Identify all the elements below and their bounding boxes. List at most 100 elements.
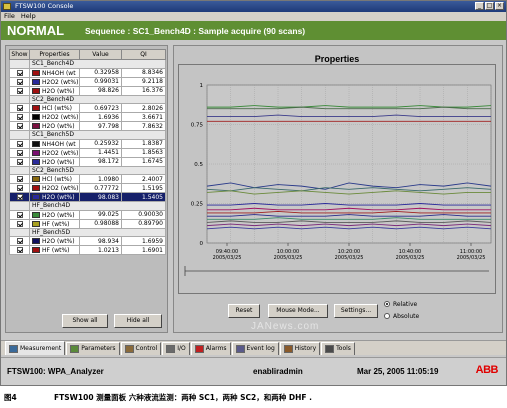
show-cell[interactable] (9, 76, 30, 87)
menu-file[interactable]: File (4, 12, 15, 21)
column-header-qi[interactable]: QI (121, 49, 166, 60)
show-cell[interactable] (9, 209, 30, 220)
table-row[interactable]: H2O2 (wt%) 0.77772 1.5195 (9, 183, 166, 193)
relative-radio[interactable] (384, 301, 390, 307)
show-checkbox[interactable] (16, 105, 23, 111)
show-checkbox[interactable] (16, 185, 23, 191)
reset-button[interactable]: Reset (228, 304, 260, 318)
group-expand-cell[interactable] (9, 201, 30, 211)
table-row[interactable]: H2O2 (wt%) 0.99031 9.2118 (9, 76, 166, 87)
series-color-swatch[interactable] (32, 185, 40, 191)
group-expand-cell[interactable] (9, 130, 30, 140)
series-color-swatch[interactable] (32, 78, 40, 85)
show-cell[interactable] (9, 218, 30, 229)
series-color-swatch[interactable] (32, 194, 40, 200)
show-cell[interactable] (9, 174, 30, 184)
group-expand-cell[interactable] (9, 94, 30, 104)
show-cell[interactable] (9, 183, 30, 193)
column-header-value[interactable]: Value (79, 49, 122, 60)
title-bar[interactable]: FTSW100 Console _ □ × (1, 1, 506, 12)
column-header-show[interactable]: Show (9, 49, 30, 60)
tab-parameters[interactable]: Parameters (66, 342, 120, 355)
chart-frame[interactable]: 0 0.25 0.5 0.75 1 09:40:00 2005/03/25 10:00:00 2… (178, 64, 496, 294)
series-color-swatch[interactable] (32, 87, 40, 94)
show-checkbox[interactable] (16, 158, 23, 165)
column-header-properties[interactable]: Properties (29, 49, 80, 60)
table-row[interactable]: H2O (wt%) 98.826 16.376 (9, 85, 166, 96)
series-color-swatch[interactable] (32, 123, 40, 129)
absolute-radio[interactable] (384, 313, 390, 319)
series-color-swatch[interactable] (32, 220, 40, 227)
hide-all-button[interactable]: Hide all (114, 314, 162, 328)
series-color-swatch[interactable] (32, 176, 40, 182)
group-row[interactable]: SC1_Bench5D (9, 130, 166, 140)
mouse-mode-button[interactable]: Mouse Mode... (268, 304, 328, 318)
minimize-button[interactable]: _ (475, 2, 484, 10)
show-checkbox[interactable] (16, 220, 23, 227)
maximize-button[interactable]: □ (485, 2, 494, 10)
show-checkbox[interactable] (16, 123, 23, 129)
show-checkbox[interactable] (16, 238, 23, 244)
table-row[interactable]: HCl (wt%) 1.0980 2.4007 (9, 174, 166, 184)
tab-tools[interactable]: Tools (321, 342, 355, 355)
show-checkbox[interactable] (16, 140, 23, 147)
series-color-swatch[interactable] (32, 149, 40, 156)
series-color-swatch[interactable] (32, 105, 40, 111)
settings-button[interactable]: Settings... (334, 304, 378, 318)
group-row[interactable]: SC1_Bench4D (9, 59, 166, 69)
series-color-swatch[interactable] (32, 69, 40, 76)
tab-event-log[interactable]: Event log (231, 342, 279, 355)
show-cell[interactable] (9, 245, 30, 255)
show-cell[interactable] (9, 156, 30, 167)
show-checkbox[interactable] (16, 78, 23, 85)
menu-help[interactable]: Help (21, 12, 36, 21)
series-color-swatch[interactable] (32, 247, 40, 253)
series-color-swatch[interactable] (32, 114, 40, 120)
group-row[interactable]: HF_Bench5D (9, 227, 166, 237)
table-row[interactable]: NH4OH (wt 0.32958 8.8346 (9, 67, 166, 78)
show-cell[interactable] (9, 112, 30, 122)
show-cell[interactable] (9, 192, 30, 202)
table-row[interactable]: H2O (wt%) 97.798 7.8632 (9, 121, 166, 131)
table-row[interactable]: H2O2 (wt%) 1.6936 3.6671 (9, 112, 166, 122)
show-cell[interactable] (9, 103, 30, 113)
show-cell[interactable] (9, 138, 30, 149)
absolute-option[interactable]: Absolute (384, 310, 419, 322)
group-expand-cell[interactable] (9, 59, 30, 69)
tab-i-o[interactable]: I/O (162, 342, 190, 355)
show-checkbox[interactable] (16, 149, 23, 156)
show-checkbox[interactable] (16, 211, 23, 218)
table-row[interactable]: HF (wt%) 0.98088 0.89790 (9, 218, 166, 229)
table-row[interactable]: H2O (wt%) 99.025 0.90030 (9, 209, 166, 220)
group-expand-cell[interactable] (9, 165, 30, 175)
series-color-swatch[interactable] (32, 238, 40, 244)
table-row[interactable]: H2O (wt%) 98.172 1.6745 (9, 156, 166, 167)
table-row[interactable]: HF (wt%) 1.0213 1.6901 (9, 245, 166, 255)
tab-control[interactable]: Control (120, 342, 162, 355)
tab-history[interactable]: History (279, 342, 321, 355)
group-row[interactable]: SC2_Bench4D (9, 94, 166, 104)
show-cell[interactable] (9, 67, 30, 78)
tab-measurement[interactable]: Measurement (5, 341, 66, 355)
show-cell[interactable] (9, 85, 30, 96)
show-checkbox[interactable] (16, 194, 23, 200)
series-color-swatch[interactable] (32, 158, 40, 165)
show-checkbox[interactable] (16, 87, 23, 94)
show-checkbox[interactable] (16, 247, 23, 253)
series-color-swatch[interactable] (32, 140, 40, 147)
show-all-button[interactable]: Show all (62, 314, 108, 328)
series-color-swatch[interactable] (32, 211, 40, 218)
group-row[interactable]: SC2_Bench5D (9, 165, 166, 175)
relative-option[interactable]: Relative (384, 298, 419, 310)
show-checkbox[interactable] (16, 114, 23, 120)
group-expand-cell[interactable] (9, 227, 30, 237)
table-row[interactable]: HCl (wt%) 0.69723 2.8026 (9, 103, 166, 113)
group-row[interactable]: HF_Bench4D (9, 201, 166, 211)
show-checkbox[interactable] (16, 176, 23, 182)
properties-chart[interactable]: 00.250.50.75109:40:002005/03/2510:00:002… (179, 65, 495, 293)
tab-alarms[interactable]: Alarms (190, 342, 231, 355)
show-cell[interactable] (9, 147, 30, 158)
close-button[interactable]: × (495, 2, 504, 10)
show-checkbox[interactable] (16, 69, 23, 76)
table-row[interactable]: NH4OH (wt 0.25932 1.8387 (9, 138, 166, 149)
